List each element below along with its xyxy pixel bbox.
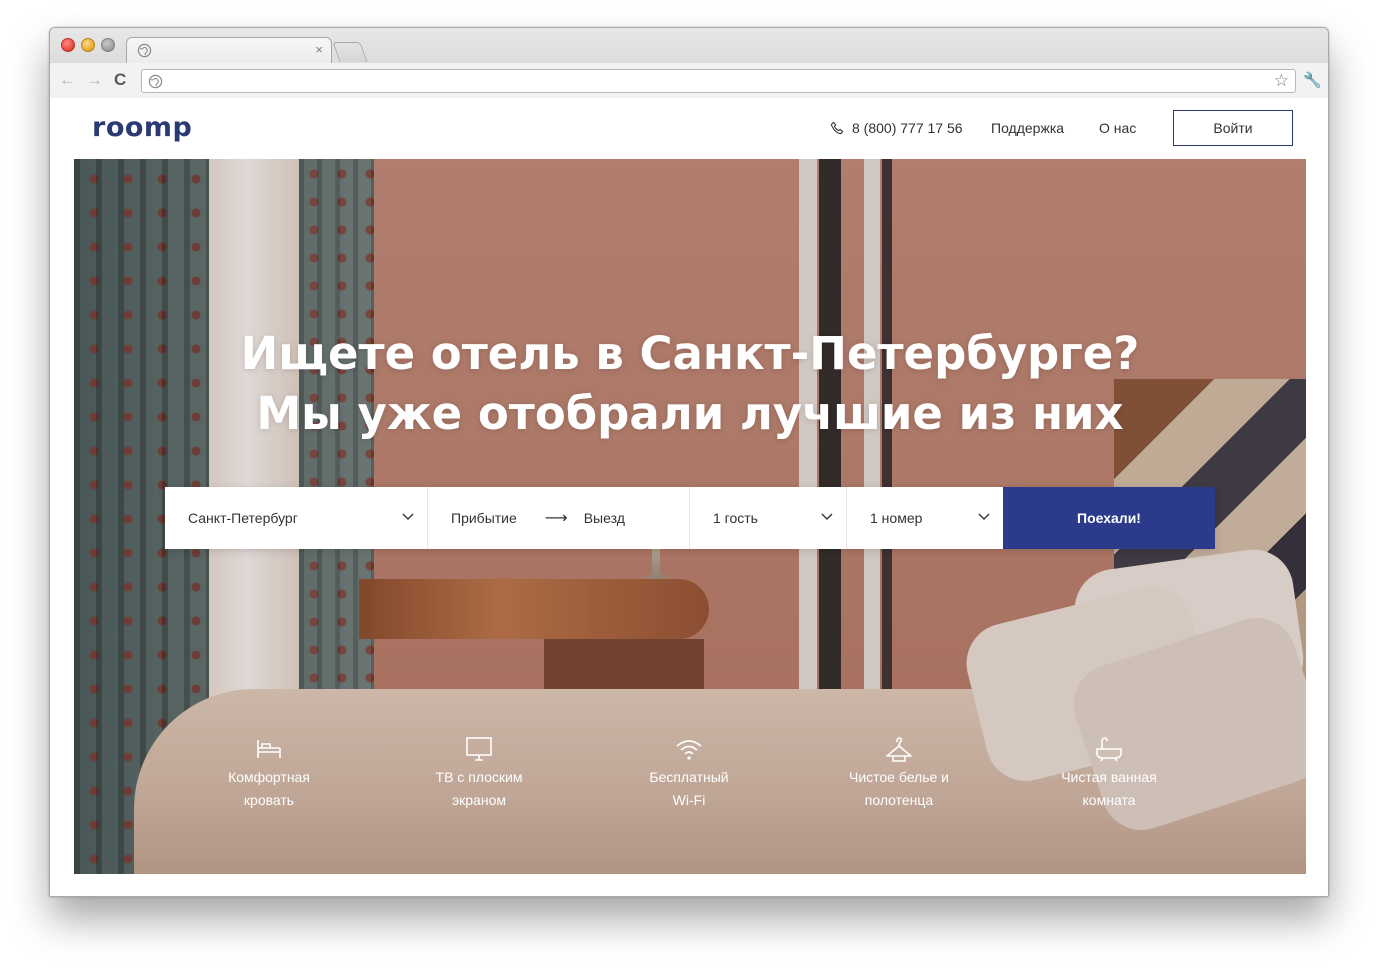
- browser-window: × ← → C ☆ 🔧 roomp 8 (800) 777 17 56 Подд…: [49, 27, 1329, 897]
- forward-button[interactable]: →: [86, 71, 103, 89]
- hanger-icon: [886, 737, 912, 762]
- browser-toolbar: ← → C ☆ 🔧: [50, 63, 1328, 98]
- amenity-label-line2: полотенца: [864, 792, 934, 808]
- zoom-window-button[interactable]: [101, 38, 115, 52]
- amenity-label-line1: Чистая ванная: [1061, 769, 1157, 785]
- tab-close-icon[interactable]: ×: [315, 42, 323, 58]
- login-button[interactable]: Войти: [1173, 110, 1293, 146]
- amenity-item: Бесплатный Wi-Fi: [599, 734, 779, 812]
- amenity-item: Чистое белье и полотенца: [809, 734, 989, 812]
- amenity-label-line1: Комфортная: [228, 769, 310, 785]
- amenity-label-line1: Бесплатный: [649, 769, 729, 785]
- search-form: Санкт-Петербург Прибытие ⟶ Выезд 1 гость: [165, 487, 1215, 549]
- nav-about-link[interactable]: О нас: [1099, 120, 1136, 136]
- phone-icon: [830, 121, 844, 135]
- amenities-list: Комфортная кровать ТВ с плоским экраном: [74, 734, 1306, 834]
- amenity-label-line1: ТВ с плоским: [435, 769, 523, 785]
- amenity-label-line2: комната: [1082, 792, 1136, 808]
- browser-tab[interactable]: ×: [126, 37, 332, 63]
- amenity-item: Комфортная кровать: [179, 734, 359, 812]
- city-select[interactable]: Санкт-Петербург: [165, 487, 428, 549]
- amenity-label-line2: Wi-Fi: [672, 792, 706, 808]
- departure-field[interactable]: Выезд: [584, 510, 625, 526]
- wrench-icon[interactable]: 🔧: [1303, 72, 1322, 90]
- nav-support-link[interactable]: Поддержка: [991, 120, 1064, 136]
- minimize-window-button[interactable]: [81, 38, 95, 52]
- city-value: Санкт-Петербург: [188, 510, 298, 526]
- globe-icon: [137, 43, 152, 58]
- phone-link[interactable]: 8 (800) 777 17 56: [830, 120, 963, 136]
- amenity-label-line1: Чистое белье и: [848, 769, 949, 785]
- reload-button[interactable]: C: [114, 71, 126, 89]
- browser-chrome: × ← → C ☆ 🔧: [50, 28, 1328, 98]
- bed-icon: [257, 740, 281, 758]
- tv-icon: [466, 737, 492, 761]
- bathtub-icon: [1096, 737, 1122, 762]
- date-range-picker[interactable]: Прибытие ⟶ Выезд: [428, 487, 690, 549]
- globe-icon: [148, 74, 163, 89]
- phone-number: 8 (800) 777 17 56: [852, 120, 963, 136]
- site-logo[interactable]: roomp: [92, 112, 192, 143]
- amenity-item: ТВ с плоским экраном: [389, 734, 569, 812]
- hero-title-line1: Ищете отель в Санкт-Петербурге?: [240, 327, 1140, 380]
- arrival-field[interactable]: Прибытие: [451, 510, 517, 526]
- guests-value: 1 гость: [713, 510, 758, 526]
- amenity-label-line2: экраном: [452, 792, 506, 808]
- amenity-label-line2: кровать: [243, 792, 295, 808]
- bookmark-star-icon[interactable]: ☆: [1274, 71, 1289, 91]
- close-window-button[interactable]: [61, 38, 75, 52]
- wifi-icon: [676, 740, 702, 760]
- arrow-right-icon: ⟶: [544, 510, 568, 527]
- amenity-item: Чистая ванная комната: [1019, 734, 1199, 812]
- chevron-down-icon: [978, 513, 990, 520]
- rooms-select[interactable]: 1 номер: [847, 487, 1003, 549]
- hero-title: Ищете отель в Санкт-Петербурге? Мы уже о…: [74, 324, 1306, 444]
- hero-section: Ищете отель в Санкт-Петербурге? Мы уже о…: [74, 159, 1306, 874]
- chevron-down-icon: [402, 513, 414, 520]
- website: roomp 8 (800) 777 17 56 Поддержка О нас …: [50, 98, 1328, 896]
- guests-select[interactable]: 1 гость: [690, 487, 847, 549]
- search-submit-button[interactable]: Поехали!: [1003, 487, 1215, 549]
- chevron-down-icon: [821, 513, 833, 520]
- back-button[interactable]: ←: [59, 71, 76, 89]
- address-bar[interactable]: ☆: [141, 69, 1296, 93]
- new-tab-button[interactable]: [332, 42, 368, 62]
- rooms-value: 1 номер: [870, 510, 923, 526]
- hero-title-line2: Мы уже отобрали лучшие из них: [256, 387, 1124, 440]
